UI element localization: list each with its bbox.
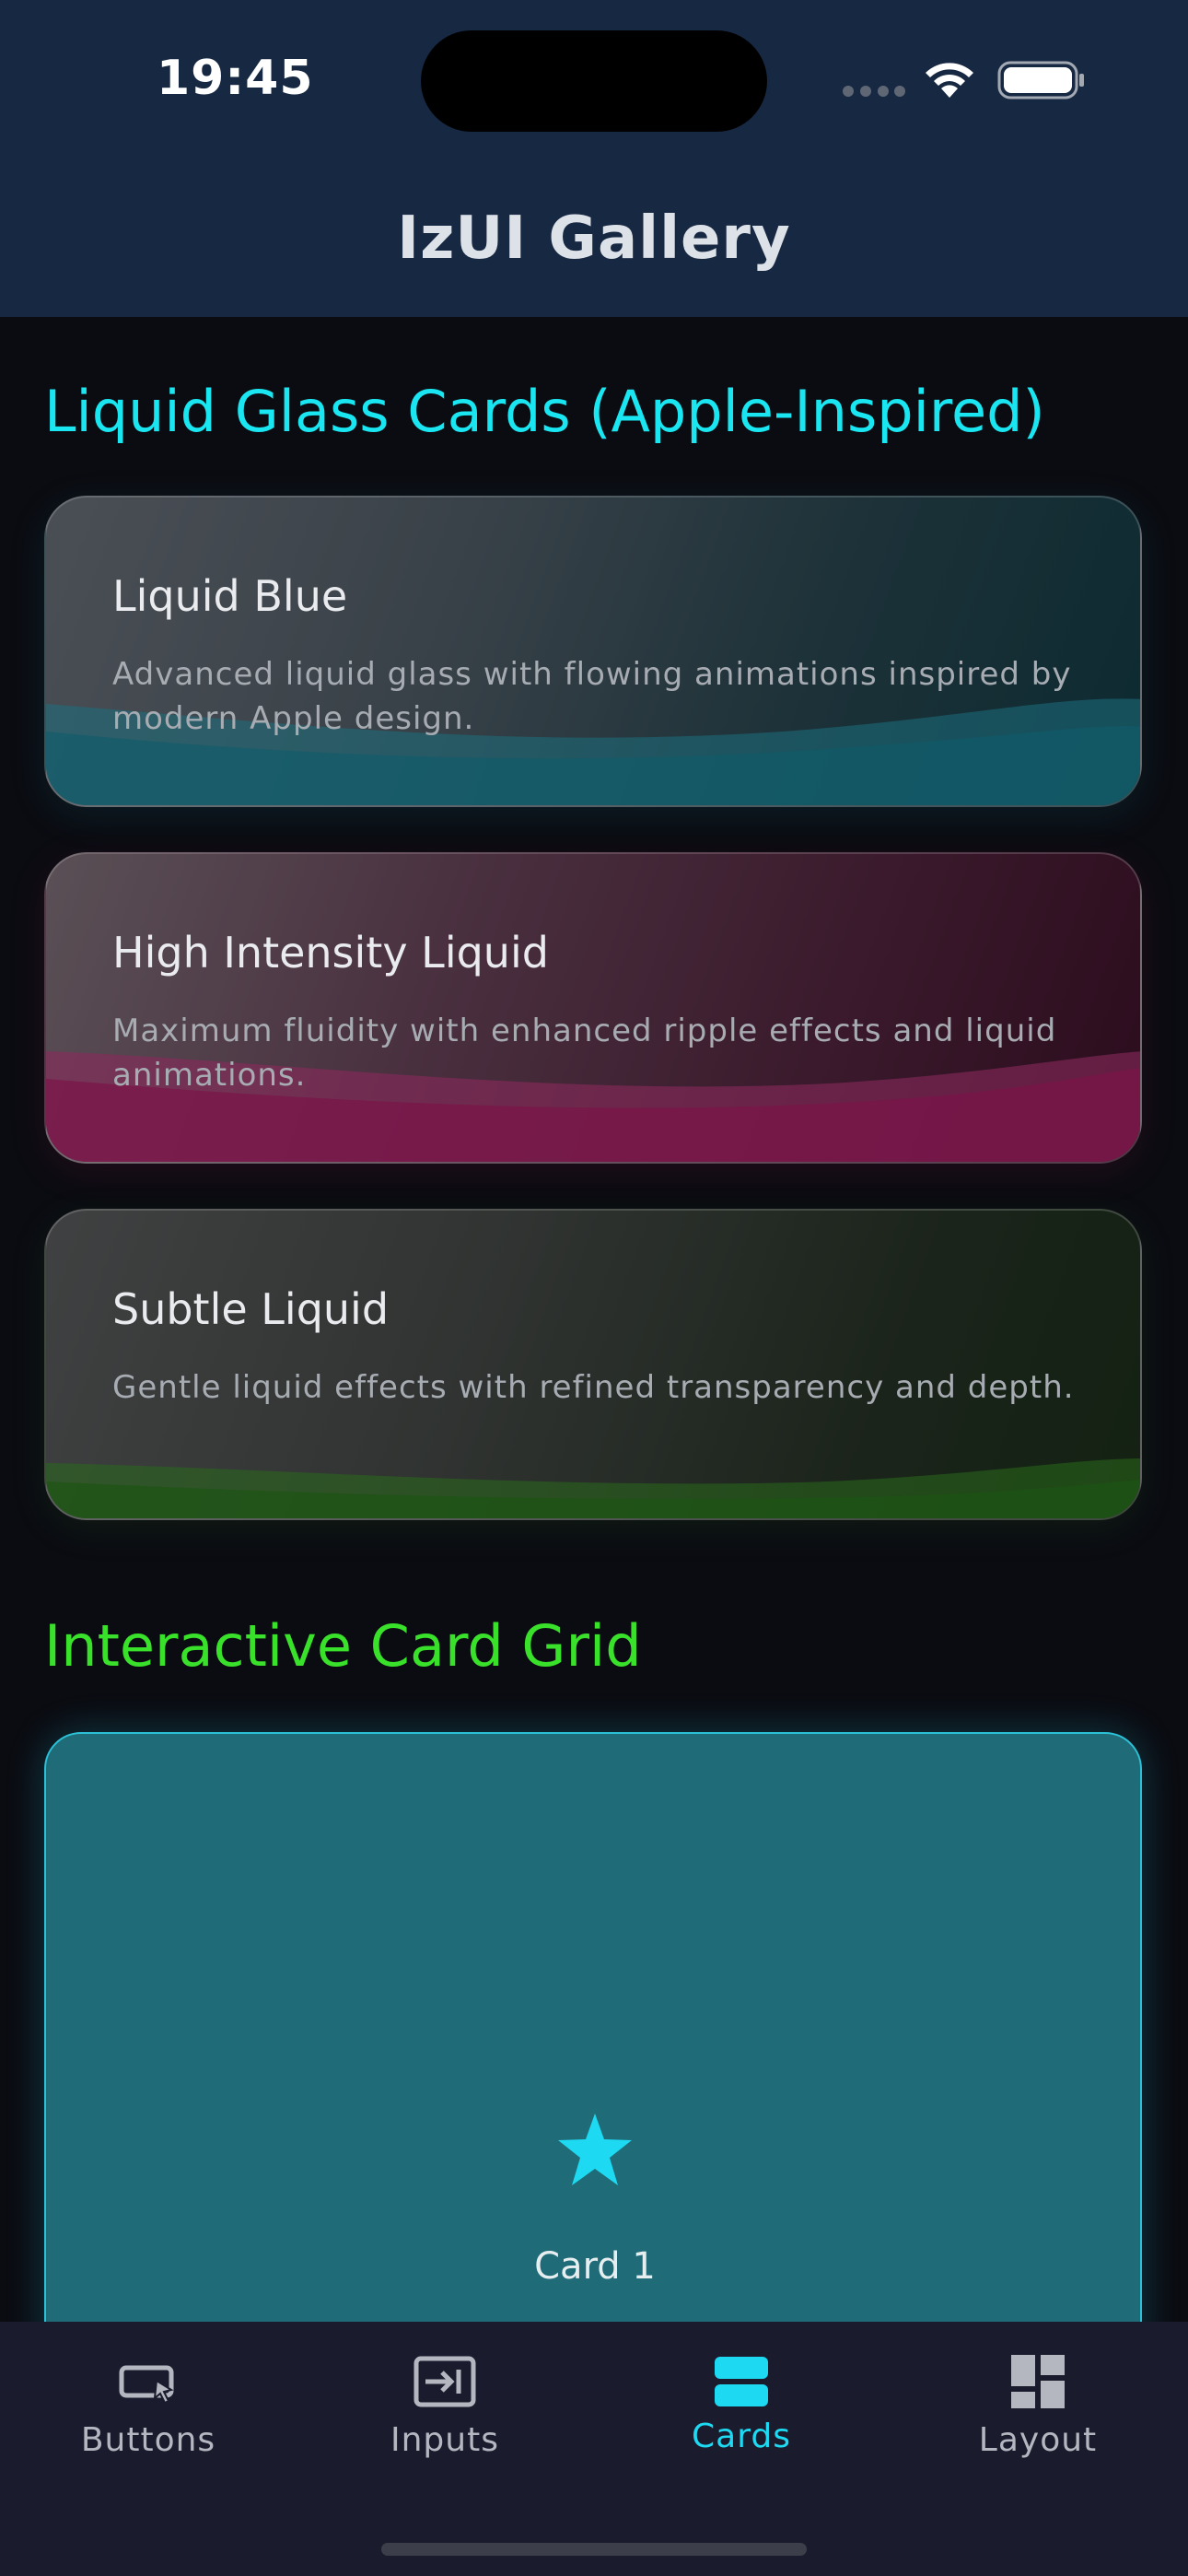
liquid-card-high-intensity[interactable]: High Intensity Liquid Maximum fluidity w… [44, 852, 1142, 1164]
battery-icon [997, 61, 1084, 100]
tab-label: Cards [692, 2418, 791, 2455]
buttons-icon [119, 2365, 174, 2405]
status-time: 19:45 [157, 51, 314, 106]
card-title: High Intensity Liquid [112, 928, 549, 978]
star-icon [558, 2113, 632, 2185]
tab-label: Inputs [390, 2421, 499, 2459]
wave-decoration [46, 1458, 1140, 1518]
tab-label: Layout [978, 2421, 1098, 2459]
cellular-signal-icon [843, 86, 905, 99]
liquid-card-subtle[interactable]: Subtle Liquid Gentle liquid effects with… [44, 1209, 1142, 1520]
dynamic-island [421, 30, 767, 132]
layout-icon [1011, 2355, 1065, 2408]
inputs-icon [413, 2356, 476, 2407]
wifi-icon [926, 63, 973, 98]
tab-layout[interactable]: Layout [890, 2322, 1186, 2506]
card-title: Liquid Blue [112, 571, 348, 621]
grid-card-1[interactable]: Card 1 [44, 1732, 1142, 2377]
card-title: Subtle Liquid [112, 1284, 390, 1334]
tab-label: Buttons [80, 2421, 216, 2459]
page-title: IzUI Gallery [397, 205, 791, 273]
tab-inputs[interactable]: Inputs [297, 2322, 593, 2506]
section-heading-card-grid: Interactive Card Grid [44, 1612, 642, 1680]
liquid-card-blue[interactable]: Liquid Blue Advanced liquid glass with f… [44, 496, 1142, 807]
card-description: Gentle liquid effects with refined trans… [112, 1369, 1075, 1406]
home-indicator [381, 2543, 807, 2556]
card-description: Advanced liquid glass with flowing anima… [112, 656, 1072, 737]
grid-card-label: Card 1 [534, 2245, 656, 2288]
cards-icon [715, 2357, 768, 2406]
tab-buttons[interactable]: Buttons [0, 2322, 297, 2506]
app-header: 19:45 IzUI Gallery [0, 0, 1188, 317]
app-screen: 19:45 IzUI Gallery Liquid Glass Cards (A… [0, 0, 1188, 2576]
card-description: Maximum fluidity with enhanced ripple ef… [112, 1013, 1057, 1094]
section-heading-liquid-glass: Liquid Glass Cards (Apple-Inspired) [44, 378, 1045, 445]
bottom-tab-bar: Buttons Inputs Cards Layout [0, 2322, 1188, 2576]
tab-cards[interactable]: Cards [593, 2322, 890, 2506]
